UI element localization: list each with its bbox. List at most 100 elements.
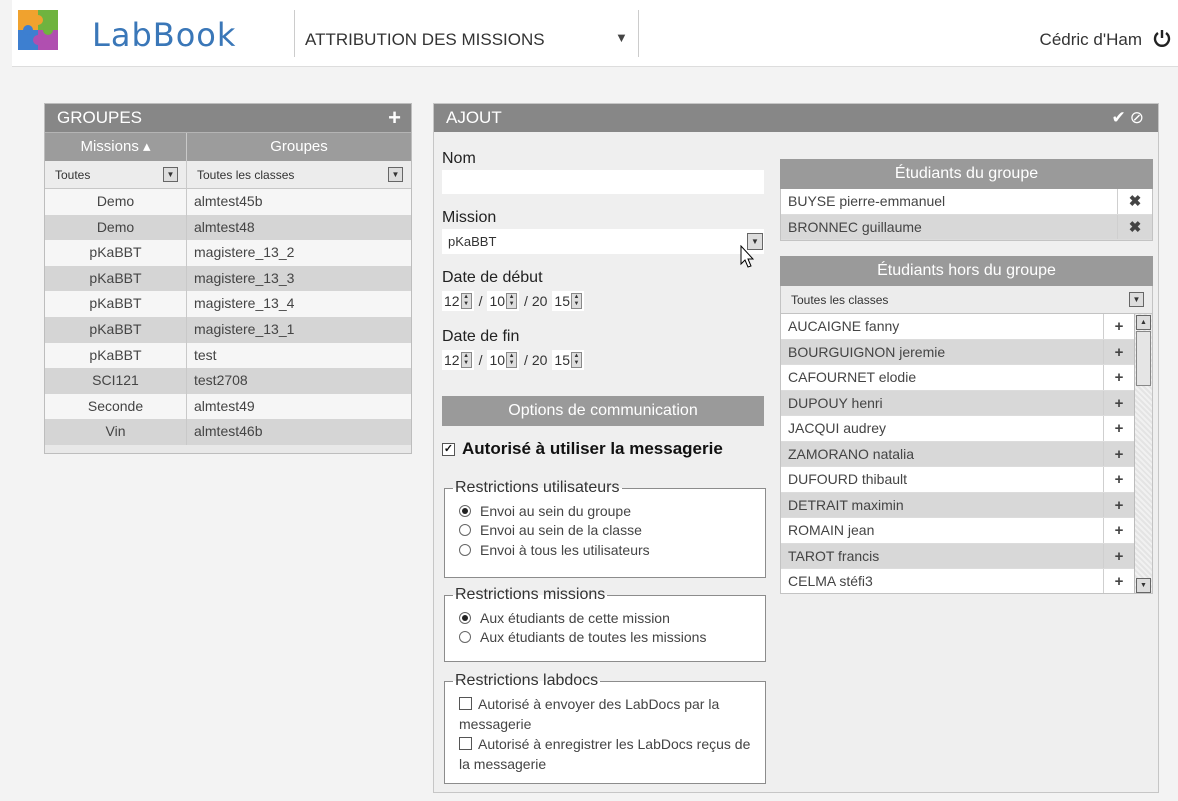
plus-icon[interactable]: + <box>1104 493 1134 518</box>
list-item[interactable]: JACQUI audrey + <box>781 416 1134 442</box>
spinner-arrows-icon[interactable]: ▲ ▼ <box>506 293 518 309</box>
checkbox-option[interactable]: Autorisé à enregistrer les LabDocs reçus… <box>453 734 757 774</box>
table-row[interactable]: pKaBBT test <box>45 342 411 369</box>
student-name: ZAMORANO natalia <box>781 441 1104 466</box>
close-icon[interactable]: ✖ <box>1118 215 1152 240</box>
plus-icon[interactable]: + <box>1104 365 1134 390</box>
radio-unselected[interactable] <box>459 631 471 644</box>
spinner-arrows-icon[interactable]: ▲ ▼ <box>570 352 582 368</box>
radio-option[interactable]: Envoi au sein de la classe <box>453 521 757 541</box>
mission-select[interactable]: pKaBBT ▼ <box>442 229 764 254</box>
list-item[interactable]: ZAMORANO natalia + <box>781 441 1134 467</box>
add-panel-header: AJOUT ✔⊘ <box>434 104 1158 132</box>
plus-icon[interactable]: + <box>1104 416 1134 441</box>
page-title-menu[interactable]: ATTRIBUTION DES MISSIONS <box>305 30 545 50</box>
missions-filter-select[interactable]: Toutes ▼ <box>45 161 187 189</box>
plus-icon[interactable]: + <box>1104 518 1134 543</box>
end-year-spinner[interactable]: 15 ▲ ▼ <box>552 350 584 370</box>
table-row[interactable]: pKaBBT magistere_13_3 <box>45 265 411 292</box>
groups-filter-select[interactable]: Toutes les classes ▼ <box>187 161 411 189</box>
checkbox-option[interactable]: Autorisé à envoyer des LabDocs par la me… <box>453 694 757 734</box>
dropdown-arrow-icon[interactable]: ▼ <box>388 167 403 182</box>
mission-cell: Demo <box>45 189 187 215</box>
start-month-spinner[interactable]: 10 ▲ ▼ <box>487 291 520 311</box>
app-logo-text[interactable]: LabBook <box>92 16 236 54</box>
close-icon[interactable]: ✖ <box>1118 189 1152 214</box>
plus-icon[interactable]: + <box>1104 340 1134 365</box>
checkbox-unchecked[interactable] <box>459 737 472 750</box>
power-icon[interactable] <box>1152 28 1172 48</box>
list-item[interactable]: TAROT francis + <box>781 543 1134 569</box>
scroll-down-icon[interactable]: ▼ <box>1136 578 1151 593</box>
mission-restrictions-legend: Restrictions missions <box>455 586 606 603</box>
puzzle-logo-icon[interactable] <box>18 10 58 50</box>
end-month-spinner[interactable]: 10 ▲ ▼ <box>487 350 520 370</box>
scroll-up-icon[interactable]: ▲ <box>1136 315 1151 330</box>
list-item[interactable]: CAFOURNET elodie + <box>781 365 1134 391</box>
plus-icon[interactable]: + <box>1104 544 1134 569</box>
list-item[interactable]: DUFOURD thibault + <box>781 467 1134 493</box>
table-row[interactable]: Demo almtest45b <box>45 189 411 215</box>
table-row[interactable]: Seconde almtest49 <box>45 393 411 420</box>
table-row[interactable]: pKaBBT magistere_13_4 <box>45 291 411 317</box>
nom-input[interactable] <box>442 170 764 194</box>
group-cell: magistere_13_4 <box>194 295 295 312</box>
student-name: AUCAIGNE fanny <box>781 314 1104 339</box>
plus-icon[interactable]: + <box>1104 314 1134 339</box>
table-row[interactable]: pKaBBT magistere_13_2 <box>45 240 411 266</box>
cancel-icon[interactable]: ⊘ <box>1130 108 1148 127</box>
list-item[interactable]: DETRAIT maximin + <box>781 492 1134 518</box>
spinner-arrows-icon[interactable]: ▲ ▼ <box>460 293 472 309</box>
radio-selected[interactable] <box>459 504 471 517</box>
plus-icon[interactable]: + <box>1104 391 1134 416</box>
end-day-spinner[interactable]: 12 ▲ ▼ <box>442 350 474 370</box>
start-year-spinner[interactable]: 15 ▲ ▼ <box>552 291 584 311</box>
add-group-plus-icon[interactable]: + <box>388 104 401 132</box>
list-item[interactable]: BOURGUIGNON jeremie + <box>781 339 1134 365</box>
communication-options-header: Options de communication <box>442 396 764 426</box>
scrollbar[interactable]: ▲ ▼ <box>1134 314 1152 593</box>
scrollbar-thumb[interactable] <box>1136 331 1151 386</box>
table-row[interactable]: Vin almtest46b <box>45 419 411 445</box>
spinner-arrows-icon[interactable]: ▲ ▼ <box>506 352 518 368</box>
dropdown-arrow-icon[interactable]: ▼ <box>163 167 178 182</box>
table-row[interactable]: pKaBBT magistere_13_1 <box>45 316 411 343</box>
list-item[interactable]: AUCAIGNE fanny + <box>781 314 1134 340</box>
radio-option[interactable]: Envoi à tous les utilisateurs <box>453 540 757 560</box>
messaging-checkbox-row[interactable]: ✓ Autorisé à utiliser la messagerie <box>442 439 723 459</box>
spinner-arrows-icon[interactable]: ▲ ▼ <box>460 352 472 368</box>
radio-option[interactable]: Aux étudiants de toutes les missions <box>453 628 757 648</box>
radio-option[interactable]: Envoi au sein du groupe <box>453 501 757 521</box>
plus-icon[interactable]: + <box>1104 467 1134 492</box>
mission-cell: pKaBBT <box>45 342 187 369</box>
checkbox-checked[interactable]: ✓ <box>442 442 455 456</box>
table-row[interactable]: Demo almtest48 <box>45 214 411 241</box>
table-row[interactable]: SCI121 test2708 <box>45 368 411 394</box>
start-date-field: 12 ▲ ▼ / 10 ▲ ▼ / 20 15 ▲ ▼ <box>442 291 584 311</box>
class-filter-select[interactable]: Toutes les classes ▼ <box>780 286 1153 314</box>
plus-icon[interactable]: + <box>1104 442 1134 467</box>
plus-icon[interactable]: + <box>1104 569 1134 593</box>
missions-filter-value: Toutes <box>55 168 91 182</box>
list-item[interactable]: BUYSE pierre-emmanuel ✖ <box>781 189 1152 215</box>
groups-column-headers: Missions ▴ Groupes <box>45 132 411 161</box>
start-year-value: 15 <box>554 293 570 309</box>
caret-down-icon[interactable]: ▼ <box>615 30 628 45</box>
check-icon[interactable]: ✔ <box>1112 108 1130 127</box>
spinner-arrows-icon[interactable]: ▲ ▼ <box>570 293 582 309</box>
missions-column-header[interactable]: Missions ▴ <box>45 133 187 161</box>
groups-column-header[interactable]: Groupes <box>187 133 411 161</box>
list-item[interactable]: BRONNEC guillaume ✖ <box>781 214 1152 240</box>
student-name: BOURGUIGNON jeremie <box>781 339 1104 364</box>
radio-unselected[interactable] <box>459 524 471 537</box>
checkbox-unchecked[interactable] <box>459 697 472 710</box>
start-day-spinner[interactable]: 12 ▲ ▼ <box>442 291 474 311</box>
radio-unselected[interactable] <box>459 543 471 556</box>
radio-selected[interactable] <box>459 611 471 624</box>
radio-label: Envoi au sein du groupe <box>480 502 631 519</box>
list-item[interactable]: ROMAIN jean + <box>781 518 1134 544</box>
list-item[interactable]: CELMA stéfi3 + <box>781 569 1134 593</box>
list-item[interactable]: DUPOUY henri + <box>781 390 1134 416</box>
dropdown-arrow-icon[interactable]: ▼ <box>1129 292 1144 307</box>
radio-option[interactable]: Aux étudiants de cette mission <box>453 608 757 628</box>
